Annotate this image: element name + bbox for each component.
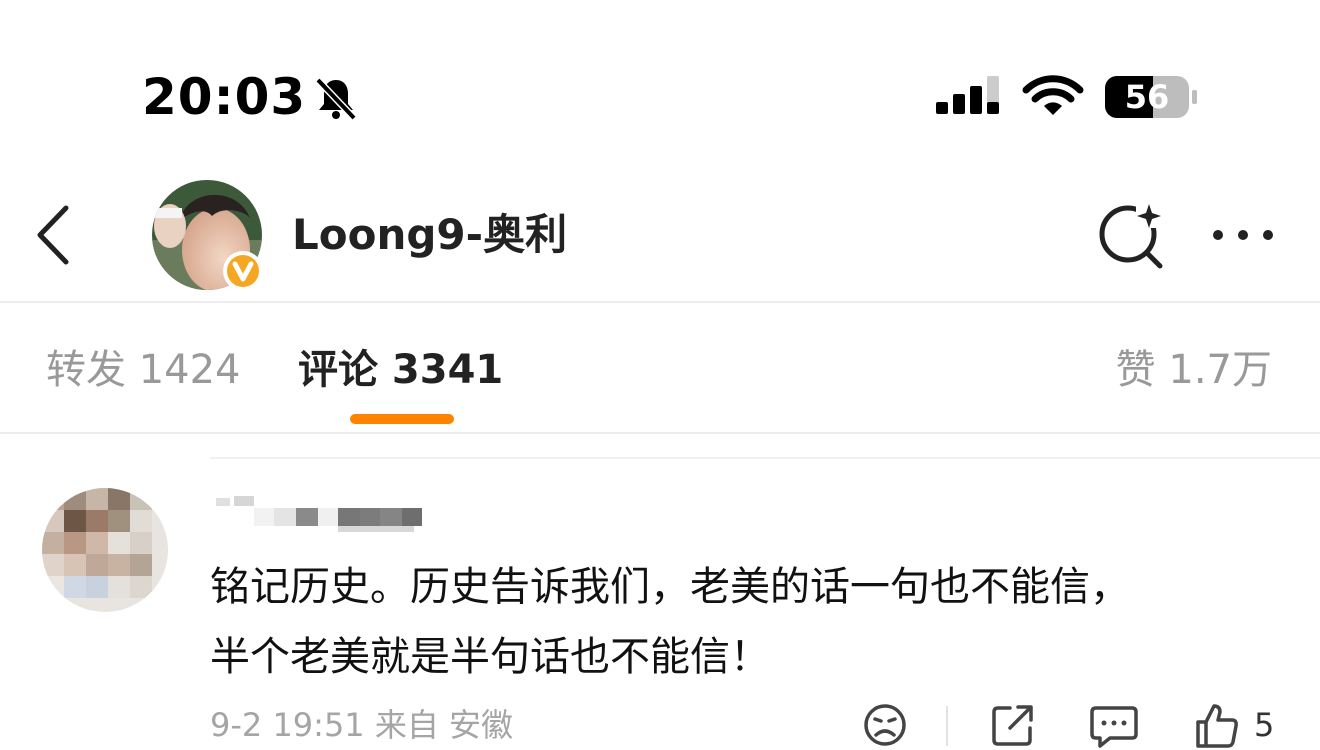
- comment-text-line: 半个老美就是半句话也不能信！: [210, 634, 770, 680]
- comment-text: 铭记历史。历史告诉我们，老美的话一句也不能信， 半个老美就是半句话也不能信！: [210, 552, 1300, 692]
- wifi-icon: [1022, 75, 1084, 115]
- bell-muted-icon: [315, 77, 357, 121]
- sad-face-icon[interactable]: [860, 700, 910, 750]
- share-icon[interactable]: [988, 700, 1038, 750]
- username[interactable]: Loong9-奥利: [292, 205, 567, 265]
- active-tab-indicator: [350, 414, 454, 424]
- status-time: 20:03: [142, 68, 307, 126]
- comment-text-line: 铭记历史。历史告诉我们，老美的话一句也不能信，: [210, 564, 1130, 610]
- like-count: 5: [1254, 706, 1275, 744]
- signal-icon: [936, 76, 999, 114]
- commenter-name-blurred[interactable]: [214, 490, 434, 534]
- comment-divider: [210, 457, 1320, 459]
- comment-meta: 9-2 19:51 来自 安徽: [210, 706, 514, 744]
- more-icon[interactable]: [1206, 220, 1280, 250]
- tab-reposts[interactable]: 转发 1424: [46, 340, 241, 400]
- action-separator: [946, 706, 948, 746]
- tab-comments[interactable]: 评论 3341: [298, 340, 503, 400]
- thumbs-up-icon[interactable]: [1192, 700, 1240, 750]
- tabs-divider: [0, 432, 1320, 434]
- tab-likes[interactable]: 赞 1.7万: [1116, 340, 1272, 400]
- header-divider: [0, 301, 1320, 303]
- verified-badge-icon: [223, 251, 263, 291]
- comment-icon[interactable]: [1088, 700, 1140, 750]
- back-icon[interactable]: [30, 200, 78, 270]
- battery-percent: 56: [1124, 78, 1170, 116]
- commenter-avatar[interactable]: [42, 488, 168, 612]
- ai-search-icon[interactable]: [1096, 200, 1166, 270]
